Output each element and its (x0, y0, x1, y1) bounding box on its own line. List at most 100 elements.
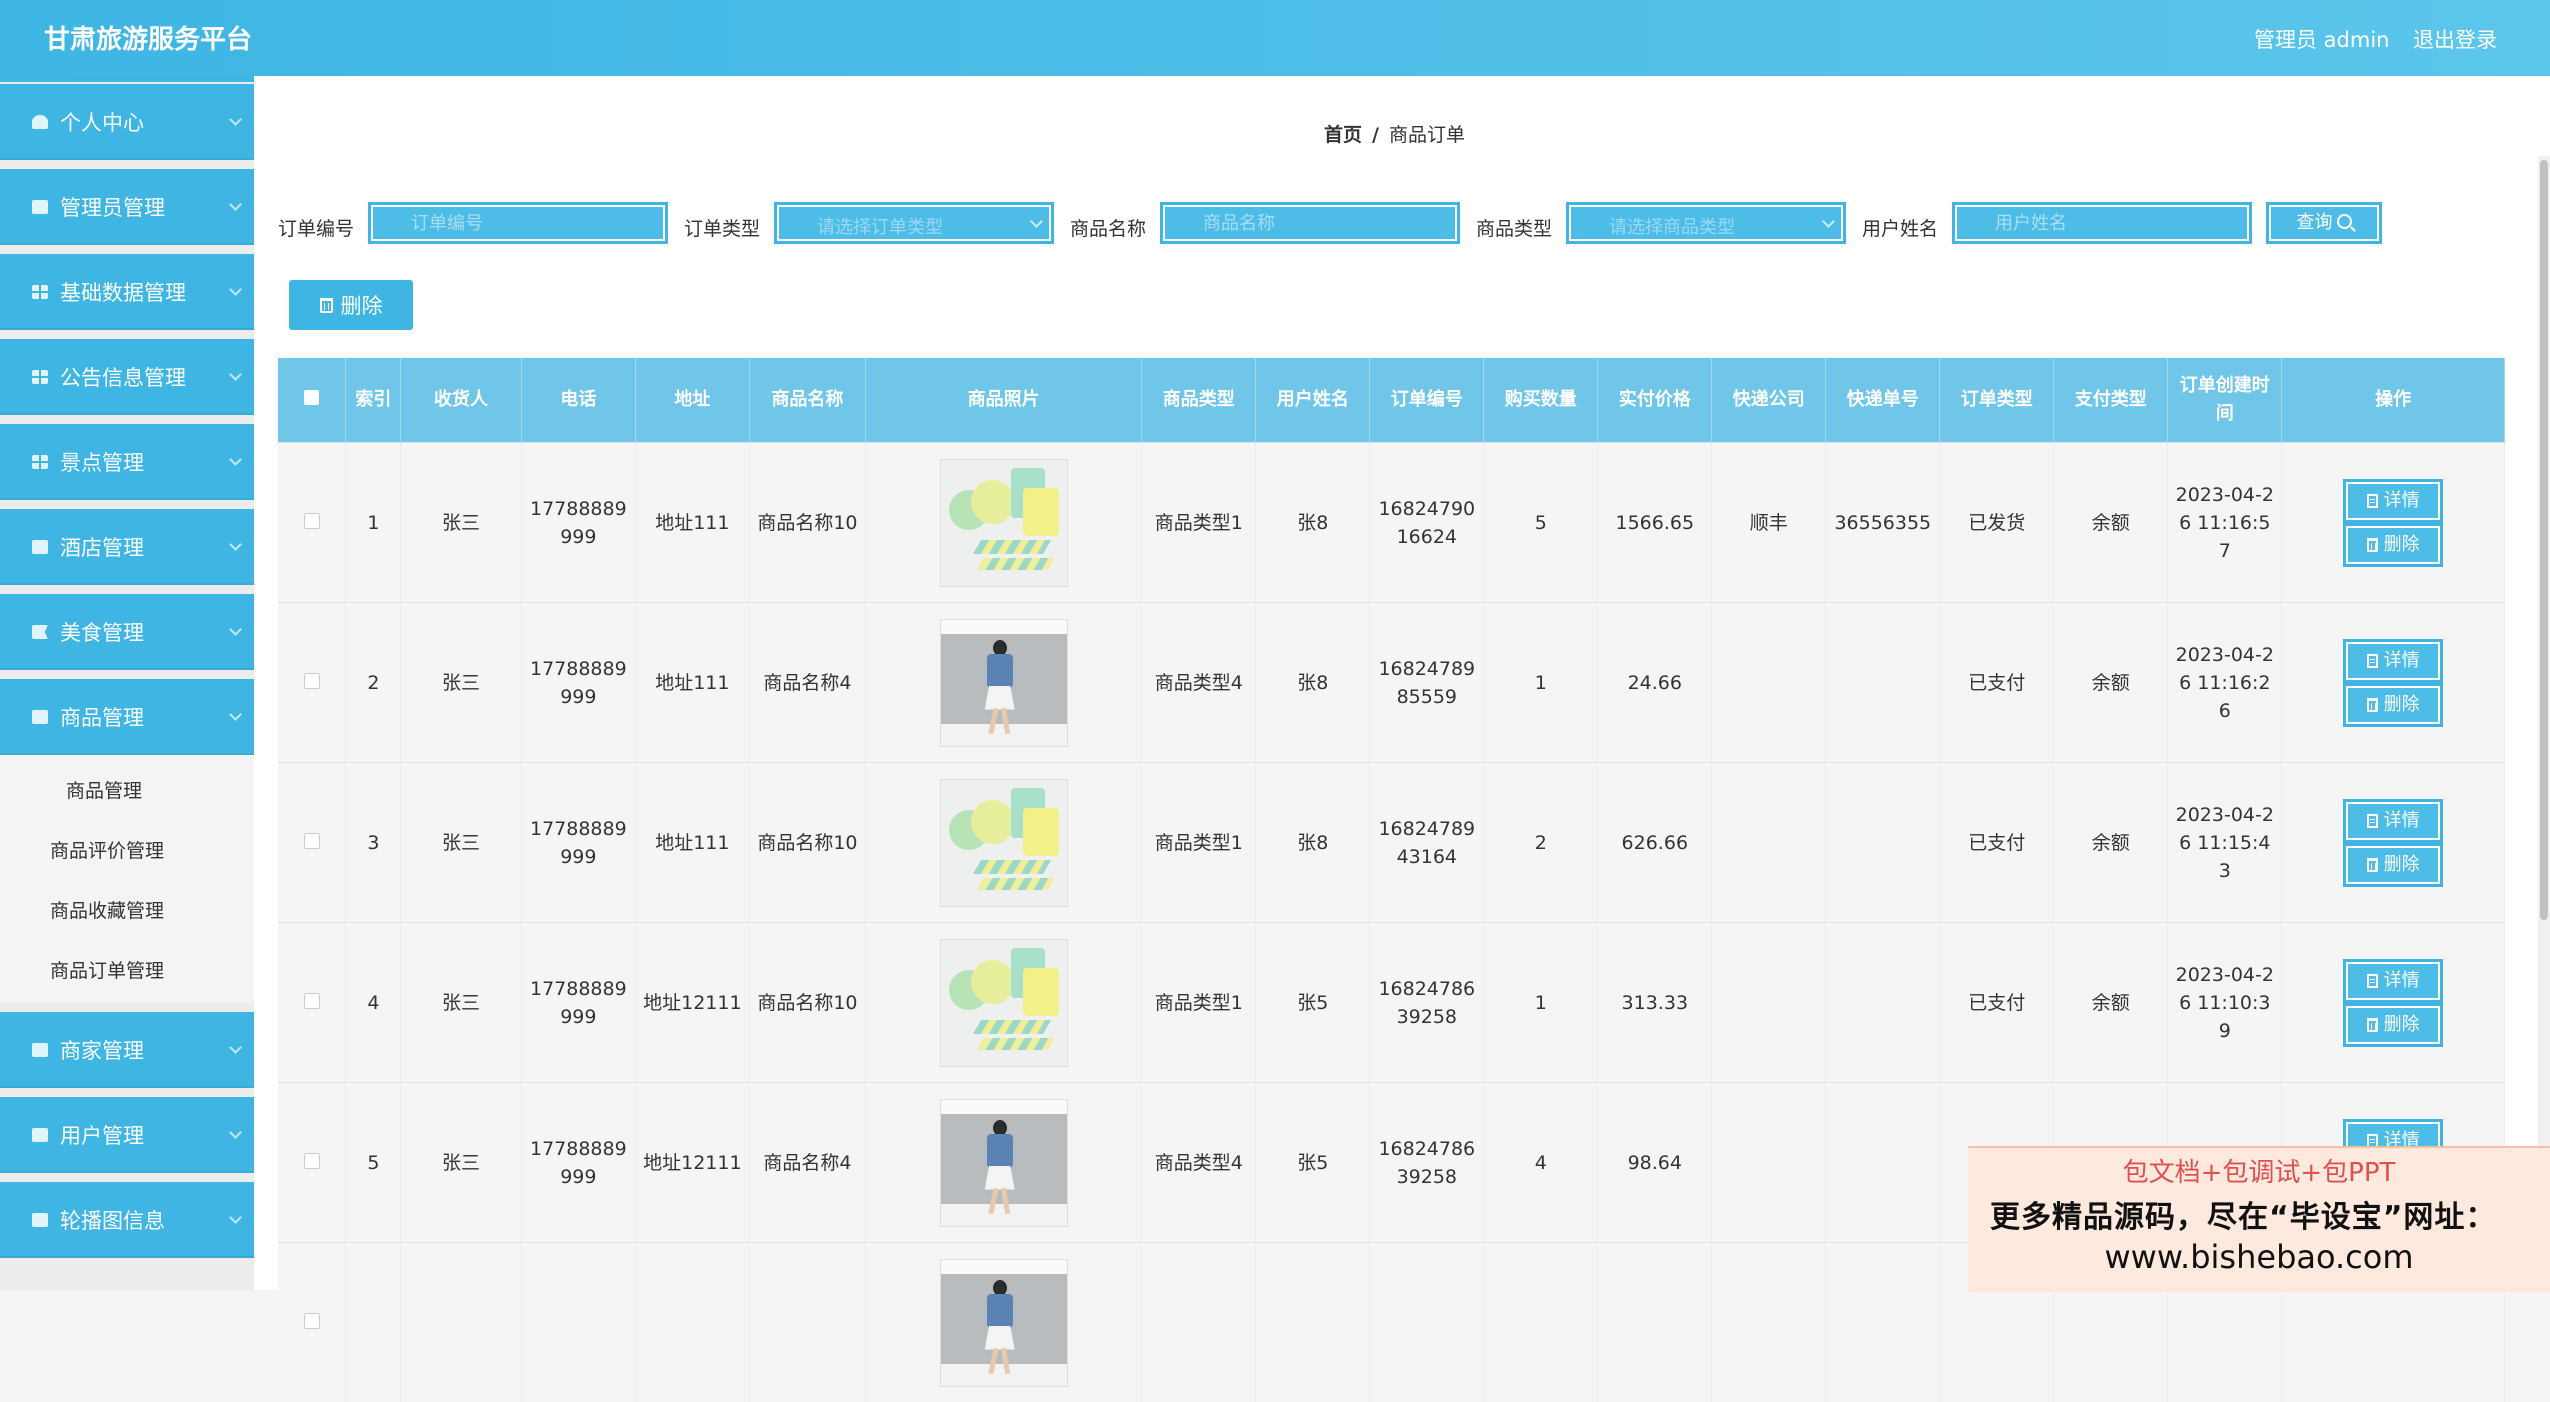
sidebar-menu-用户管理[interactable]: 用户管理 (0, 1097, 254, 1173)
delete-button[interactable]: 删除 (2343, 523, 2443, 567)
document-icon (2367, 814, 2378, 828)
goods-type-select[interactable]: 请选择商品类型 (1566, 202, 1846, 244)
cell-price (1598, 1243, 1712, 1402)
cell-index (346, 1243, 401, 1402)
user-name-label: 用户姓名 (1862, 214, 1938, 241)
banner-line-1: 包文档+包调试+包PPT (1968, 1152, 2550, 1189)
sidebar-menu-公告信息管理[interactable]: 公告信息管理 (0, 339, 254, 415)
goods-photo[interactable] (940, 779, 1068, 907)
sidebar-menu-基础数据管理[interactable]: 基础数据管理 (0, 254, 254, 330)
select-all-checkbox[interactable] (304, 390, 319, 405)
cell-index: 3 (346, 763, 401, 923)
column-header: 地址 (635, 358, 749, 443)
order-no-field[interactable] (368, 202, 668, 244)
sidebar-menu-label: 美食管理 (60, 617, 144, 647)
row-checkbox[interactable] (304, 1313, 320, 1329)
sidebar-menu-管理员管理[interactable]: 管理员管理 (0, 169, 254, 245)
cell-courier (1712, 1243, 1826, 1402)
detail-button[interactable]: 详情 (2343, 639, 2443, 683)
cell-courier (1712, 603, 1826, 763)
cell-index: 2 (346, 603, 401, 763)
cell-index: 4 (346, 923, 401, 1083)
chevron-down-icon (229, 708, 242, 721)
cell-courier (1712, 763, 1826, 923)
delete-label: 删除 (2384, 534, 2420, 555)
delete-button[interactable]: 删除 (2343, 843, 2443, 887)
watermark-banner: 包文档+包调试+包PPT 更多精品源码，尽在“毕设宝”网址： www.bishe… (1968, 1146, 2550, 1292)
app-title: 甘肃旅游服务平台 (44, 19, 252, 56)
goods-photo[interactable] (940, 1099, 1068, 1227)
cell-goods_name: 商品名称4 (749, 1083, 865, 1243)
batch-delete-button[interactable]: 删除 (289, 280, 413, 330)
row-checkbox[interactable] (304, 833, 320, 849)
row-checkbox[interactable] (304, 1153, 320, 1169)
column-header: 支付类型 (2054, 358, 2168, 443)
breadcrumb-home[interactable]: 首页 (1324, 124, 1362, 146)
goods-photo[interactable] (940, 1259, 1068, 1387)
row-select-cell (278, 923, 346, 1083)
cell-photo (866, 923, 1142, 1083)
detail-button[interactable]: 详情 (2343, 479, 2443, 523)
sidebar-menu-景点管理[interactable]: 景点管理 (0, 424, 254, 500)
query-button[interactable]: 查询 (2266, 202, 2382, 244)
detail-button[interactable]: 详情 (2343, 959, 2443, 1003)
cell-photo (866, 603, 1142, 763)
main-content: 首页/商品订单 订单编号 订单类型 请选择订单类型 商品名称 商品类型 请选择商… (254, 76, 2550, 1290)
sidebar-menu-商家管理[interactable]: 商家管理 (0, 1012, 254, 1088)
sidebar-menu-label: 公告信息管理 (60, 362, 186, 392)
cell-order_type: 已支付 (1940, 763, 2054, 923)
cell-courier: 顺丰 (1712, 443, 1826, 603)
goods-name-input[interactable] (1203, 213, 1423, 234)
delete-button[interactable]: 删除 (2343, 1003, 2443, 1047)
submenu-item[interactable]: 商品收藏管理 (0, 881, 254, 941)
order-type-select[interactable]: 请选择订单类型 (774, 202, 1054, 244)
trash-icon (2367, 1018, 2378, 1032)
cell-user_name: 张8 (1256, 603, 1370, 763)
goods-photo[interactable] (940, 939, 1068, 1067)
row-checkbox[interactable] (304, 513, 320, 529)
cell-tracking: 36556355 (1826, 443, 1940, 603)
current-user: 管理员 admin (2254, 24, 2389, 54)
goods-name-field[interactable] (1160, 202, 1460, 244)
sidebar-menu-美食管理[interactable]: 美食管理 (0, 594, 254, 670)
row-checkbox[interactable] (304, 993, 320, 1009)
sidebar-menu-个人中心[interactable]: 个人中心 (0, 84, 254, 160)
table-header-row: 索引收货人电话地址商品名称商品照片商品类型用户姓名订单编号购买数量实付价格快递公… (278, 358, 2505, 443)
cell-receiver: 张三 (401, 1083, 522, 1243)
scrollbar-thumb[interactable] (2540, 160, 2548, 920)
sidebar-menu-轮播图信息[interactable]: 轮播图信息 (0, 1182, 254, 1258)
goods-photo[interactable] (940, 459, 1068, 587)
row-checkbox[interactable] (304, 673, 320, 689)
order-no-input[interactable] (411, 213, 631, 234)
cell-actions: 详情删除 (2282, 923, 2505, 1083)
cell-order_no: 1682478639258 (1370, 923, 1484, 1083)
cell-price: 98.64 (1598, 1083, 1712, 1243)
order-no-label: 订单编号 (278, 214, 354, 241)
vertical-scrollbar[interactable] (2538, 156, 2550, 1286)
submenu-item[interactable]: 商品评价管理 (0, 821, 254, 881)
sidebar-menu-酒店管理[interactable]: 酒店管理 (0, 509, 254, 585)
submenu-item[interactable]: 商品订单管理 (0, 941, 254, 1001)
logout-link[interactable]: 退出登录 (2413, 24, 2497, 54)
sidebar-menu-label: 基础数据管理 (60, 277, 186, 307)
cell-goods_name: 商品名称10 (749, 443, 865, 603)
cell-address: 地址111 (635, 763, 749, 923)
cell-actions: 详情删除 (2282, 763, 2505, 923)
search-filters: 订单编号 订单类型 请选择订单类型 商品名称 商品类型 请选择商品类型 用户姓名… (278, 202, 2538, 250)
cell-address: 地址111 (635, 443, 749, 603)
user-name-field[interactable] (1952, 202, 2252, 244)
cell-qty: 1 (1484, 603, 1598, 763)
detail-button[interactable]: 详情 (2343, 799, 2443, 843)
sidebar-menu-商品管理[interactable]: 商品管理 (0, 679, 254, 755)
row-select-cell (278, 1083, 346, 1243)
delete-button[interactable]: 删除 (2343, 683, 2443, 727)
cell-pay_type: 余额 (2054, 443, 2168, 603)
submenu-item[interactable]: 商品管理 (0, 761, 254, 821)
flag-icon (32, 625, 48, 639)
user-name-input[interactable] (1995, 213, 2215, 234)
column-header: 实付价格 (1598, 358, 1712, 443)
chevron-down-icon (229, 198, 242, 211)
cell-user_name (1256, 1243, 1370, 1402)
goods-photo[interactable] (940, 619, 1068, 747)
cell-receiver: 张三 (401, 923, 522, 1083)
